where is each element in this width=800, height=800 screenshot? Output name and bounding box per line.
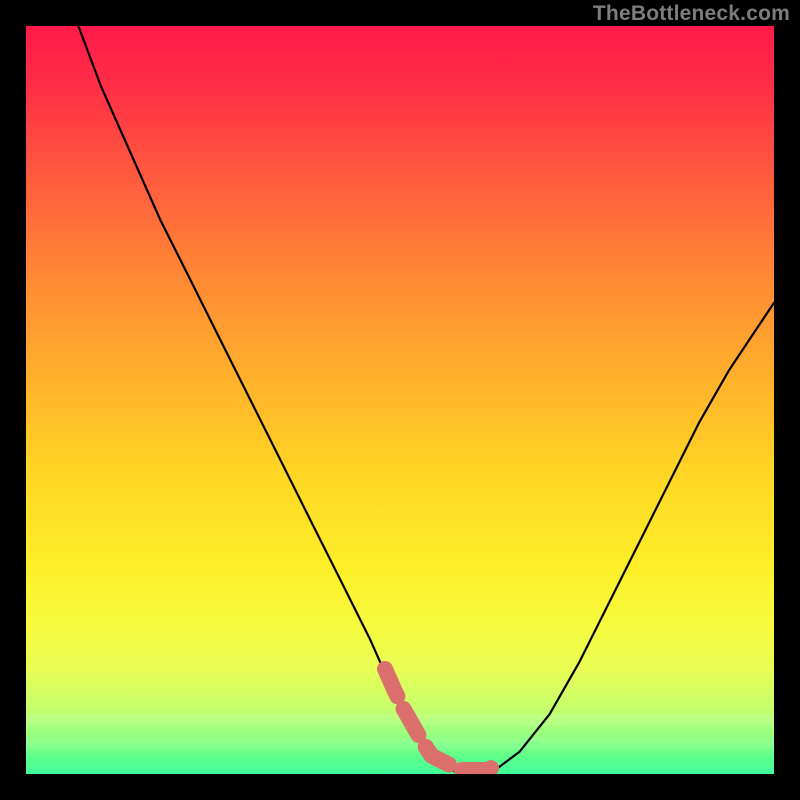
- plot-area: [26, 26, 774, 774]
- chart-frame: TheBottleneck.com: [0, 0, 800, 800]
- watermark-text: TheBottleneck.com: [593, 2, 790, 26]
- heat-gradient: [26, 26, 774, 774]
